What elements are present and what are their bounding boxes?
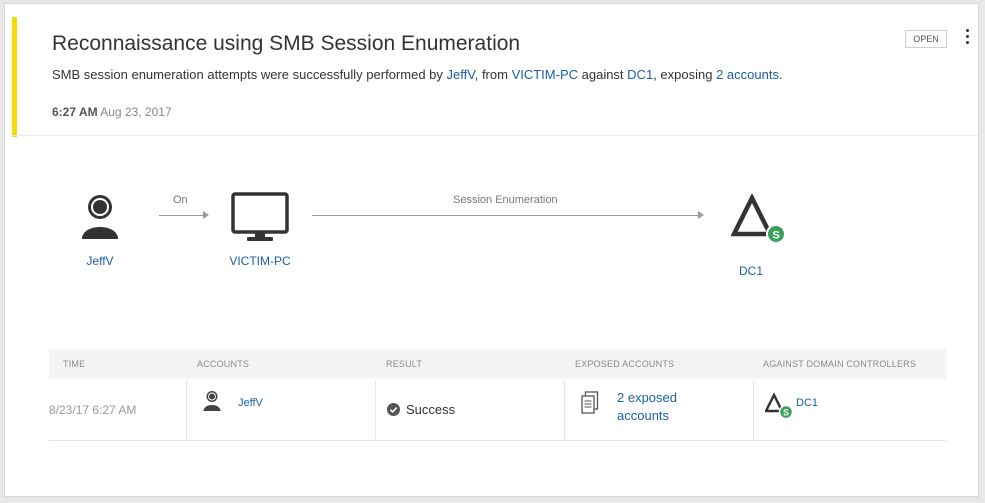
row-account-link[interactable]: JeffV [238, 397, 263, 409]
arrow-head-icon [698, 211, 704, 219]
computer-icon [231, 192, 289, 241]
description-text: . [778, 67, 783, 82]
flow-arrow-2 [312, 215, 698, 216]
flow-edge-session-label: Session Enumeration [453, 194, 558, 206]
domain-controller-icon: S [765, 392, 794, 420]
table-row-divider [49, 440, 946, 441]
column-header-accounts: ACCOUNTS [197, 359, 250, 369]
column-header-time: TIME [63, 359, 86, 369]
user-icon [203, 391, 221, 411]
svg-text:S: S [772, 230, 779, 242]
column-divider [375, 380, 376, 440]
arrow-head-icon [203, 211, 209, 219]
alert-time: 6:27 AM [52, 105, 98, 119]
description-text: , exposing [653, 67, 717, 82]
column-divider [753, 380, 754, 440]
alert-date: Aug 23, 2017 [100, 105, 172, 119]
flow-dc-link[interactable]: DC1 [731, 264, 771, 278]
description-source-link[interactable]: VICTIM-PC [512, 67, 578, 82]
flow-user-link[interactable]: JeffV [80, 254, 120, 268]
exposed-accounts-line: accounts [617, 408, 670, 423]
alert-card: Reconnaissance using SMB Session Enumera… [4, 3, 979, 497]
domain-controller-icon: S [731, 194, 786, 244]
more-options-icon[interactable] [963, 26, 971, 48]
documents-icon [581, 391, 599, 414]
status-open-button[interactable]: OPEN [905, 30, 947, 48]
alert-timestamp: 6:27 AM Aug 23, 2017 [52, 105, 172, 119]
column-divider [186, 380, 187, 440]
column-divider [564, 380, 565, 440]
row-result: Success [406, 402, 456, 417]
flow-computer-link[interactable]: VICTIM-PC [225, 254, 295, 268]
description-accounts-link[interactable]: 2 accounts [716, 67, 779, 82]
description-target-link[interactable]: DC1 [627, 67, 653, 82]
description-text: SMB session enumeration attempts were su… [52, 67, 447, 82]
alert-description: SMB session enumeration attempts were su… [52, 67, 783, 82]
success-check-icon [387, 403, 400, 416]
description-text: against [578, 67, 628, 82]
svg-text:S: S [783, 408, 789, 418]
column-header-exposed-accounts: EXPOSED ACCOUNTS [575, 359, 675, 369]
user-icon [82, 195, 118, 239]
row-exposed-accounts-link[interactable]: 2 exposed accounts [617, 389, 677, 425]
column-header-domain-controllers: AGAINST DOMAIN CONTROLLERS [763, 359, 917, 369]
description-text: , from [474, 67, 512, 82]
severity-accent-bar [12, 17, 17, 137]
row-dc-link[interactable]: DC1 [796, 397, 818, 409]
flow-edge-on-label: On [173, 194, 188, 206]
description-user-link[interactable]: JeffV [447, 67, 475, 82]
row-time: 8/23/17 6:27 AM [49, 403, 137, 417]
exposed-accounts-line: 2 exposed [617, 390, 677, 405]
alert-title: Reconnaissance using SMB Session Enumera… [52, 32, 521, 55]
flow-arrow-1 [159, 215, 203, 216]
column-header-result: RESULT [386, 359, 423, 369]
header-divider [10, 135, 978, 136]
